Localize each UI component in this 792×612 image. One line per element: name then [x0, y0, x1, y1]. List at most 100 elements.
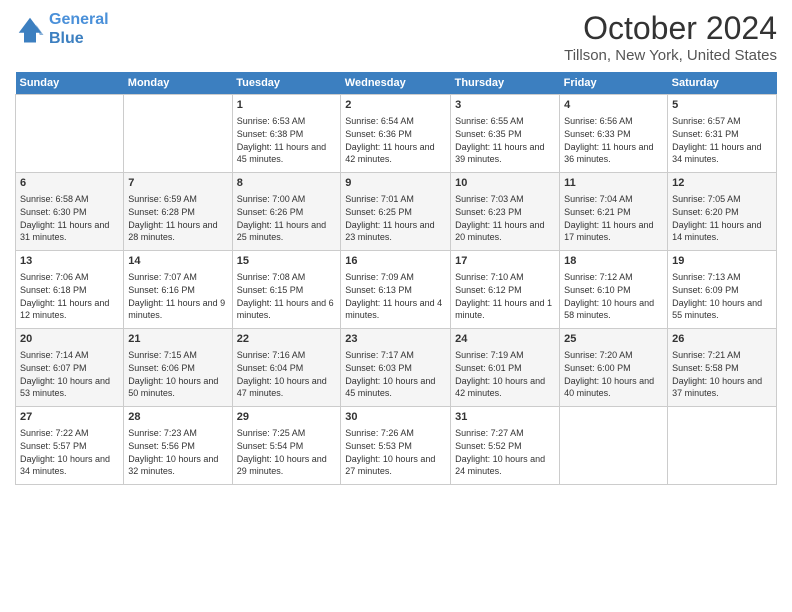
- day-number: 21: [128, 332, 227, 347]
- day-info: Sunrise: 7:01 AM Sunset: 6:25 PM Dayligh…: [345, 194, 434, 242]
- week-row-5: 27Sunrise: 7:22 AM Sunset: 5:57 PM Dayli…: [16, 407, 777, 485]
- calendar-cell: 17 Sunrise: 7:10 AM Sunset: 6:12 PM Dayli…: [451, 251, 560, 329]
- day-number: 25: [564, 332, 663, 347]
- day-number: 31: [455, 410, 555, 425]
- calendar-table: SundayMondayTuesdayWednesdayThursdayFrid…: [15, 72, 777, 485]
- day-number: 12: [672, 176, 772, 191]
- day-info: Sunrise: 7:08 AM Sunset: 6:15 PM Dayligh…: [237, 272, 334, 320]
- day-number: 5: [672, 98, 772, 113]
- day-number: 17: [455, 254, 555, 269]
- day-info: Sunrise: 7:00 AM Sunset: 6:26 PM Dayligh…: [237, 194, 326, 242]
- page: General Blue October 2024 Tillson, New Y…: [0, 0, 792, 612]
- day-number: 11: [564, 176, 663, 191]
- calendar-cell: 23 Sunrise: 7:17 AM Sunset: 6:03 PM Dayli…: [341, 329, 451, 407]
- day-number: 10: [455, 176, 555, 191]
- day-number: 24: [455, 332, 555, 347]
- calendar-cell: 13Sunrise: 7:06 AM Sunset: 6:18 PM Dayli…: [16, 251, 124, 329]
- day-number: 16: [345, 254, 446, 269]
- calendar-cell: 7 Sunrise: 6:59 AM Sunset: 6:28 PM Daylig…: [124, 173, 232, 251]
- week-row-1: 1Sunrise: 6:53 AM Sunset: 6:38 PM Daylig…: [16, 95, 777, 173]
- day-header-friday: Friday: [560, 72, 668, 95]
- calendar-cell: [560, 407, 668, 485]
- day-number: 22: [237, 332, 337, 347]
- day-info: Sunrise: 7:03 AM Sunset: 6:23 PM Dayligh…: [455, 194, 544, 242]
- week-row-2: 6 Sunrise: 6:58 AM Sunset: 6:30 PM Daylig…: [16, 173, 777, 251]
- header-row: SundayMondayTuesdayWednesdayThursdayFrid…: [16, 72, 777, 95]
- day-info: Sunrise: 7:14 AM Sunset: 6:07 PM Dayligh…: [20, 350, 110, 398]
- logo-text: General Blue: [49, 10, 109, 48]
- calendar-cell: 6 Sunrise: 6:58 AM Sunset: 6:30 PM Daylig…: [16, 173, 124, 251]
- day-number: 27: [20, 410, 119, 425]
- day-info: Sunrise: 7:19 AM Sunset: 6:01 PM Dayligh…: [455, 350, 545, 398]
- day-info: Sunrise: 6:54 AM Sunset: 6:36 PM Dayligh…: [345, 116, 434, 164]
- calendar-cell: [668, 407, 777, 485]
- day-number: 15: [237, 254, 337, 269]
- day-number: 28: [128, 410, 227, 425]
- day-number: 7: [128, 176, 227, 191]
- day-number: 18: [564, 254, 663, 269]
- day-info: Sunrise: 6:59 AM Sunset: 6:28 PM Dayligh…: [128, 194, 217, 242]
- logo: General Blue: [15, 10, 109, 48]
- title-block: October 2024 Tillson, New York, United S…: [564, 10, 777, 64]
- day-info: Sunrise: 7:09 AM Sunset: 6:13 PM Dayligh…: [345, 272, 442, 320]
- day-info: Sunrise: 7:20 AM Sunset: 6:00 PM Dayligh…: [564, 350, 654, 398]
- calendar-cell: [124, 95, 232, 173]
- day-info: Sunrise: 7:15 AM Sunset: 6:06 PM Dayligh…: [128, 350, 218, 398]
- calendar-cell: 27Sunrise: 7:22 AM Sunset: 5:57 PM Dayli…: [16, 407, 124, 485]
- day-header-tuesday: Tuesday: [232, 72, 341, 95]
- day-info: Sunrise: 7:26 AM Sunset: 5:53 PM Dayligh…: [345, 428, 435, 476]
- day-info: Sunrise: 6:56 AM Sunset: 6:33 PM Dayligh…: [564, 116, 653, 164]
- logo-line1: General: [49, 11, 109, 28]
- calendar-cell: 25 Sunrise: 7:20 AM Sunset: 6:00 PM Dayli…: [560, 329, 668, 407]
- calendar-cell: 11 Sunrise: 7:04 AM Sunset: 6:21 PM Dayli…: [560, 173, 668, 251]
- day-info: Sunrise: 7:16 AM Sunset: 6:04 PM Dayligh…: [237, 350, 327, 398]
- day-header-monday: Monday: [124, 72, 232, 95]
- calendar-cell: 5 Sunrise: 6:57 AM Sunset: 6:31 PM Daylig…: [668, 95, 777, 173]
- day-header-sunday: Sunday: [16, 72, 124, 95]
- calendar-cell: 18Sunrise: 7:12 AM Sunset: 6:10 PM Dayli…: [560, 251, 668, 329]
- calendar-cell: 24 Sunrise: 7:19 AM Sunset: 6:01 PM Dayli…: [451, 329, 560, 407]
- day-info: Sunrise: 7:21 AM Sunset: 5:58 PM Dayligh…: [672, 350, 762, 398]
- day-info: Sunrise: 7:10 AM Sunset: 6:12 PM Dayligh…: [455, 272, 552, 320]
- calendar-cell: 8 Sunrise: 7:00 AM Sunset: 6:26 PM Daylig…: [232, 173, 341, 251]
- day-header-thursday: Thursday: [451, 72, 560, 95]
- day-info: Sunrise: 7:13 AM Sunset: 6:09 PM Dayligh…: [672, 272, 762, 320]
- calendar-cell: 29 Sunrise: 7:25 AM Sunset: 5:54 PM Dayli…: [232, 407, 341, 485]
- calendar-cell: 10 Sunrise: 7:03 AM Sunset: 6:23 PM Dayli…: [451, 173, 560, 251]
- day-number: 14: [128, 254, 227, 269]
- calendar-cell: 16 Sunrise: 7:09 AM Sunset: 6:13 PM Dayli…: [341, 251, 451, 329]
- day-number: 23: [345, 332, 446, 347]
- day-info: Sunrise: 6:55 AM Sunset: 6:35 PM Dayligh…: [455, 116, 544, 164]
- day-info: Sunrise: 7:23 AM Sunset: 5:56 PM Dayligh…: [128, 428, 218, 476]
- calendar-cell: 9Sunrise: 7:01 AM Sunset: 6:25 PM Daylig…: [341, 173, 451, 251]
- calendar-cell: 3Sunrise: 6:55 AM Sunset: 6:35 PM Daylig…: [451, 95, 560, 173]
- day-info: Sunrise: 6:58 AM Sunset: 6:30 PM Dayligh…: [20, 194, 109, 242]
- day-info: Sunrise: 7:17 AM Sunset: 6:03 PM Dayligh…: [345, 350, 435, 398]
- week-row-4: 20 Sunrise: 7:14 AM Sunset: 6:07 PM Dayli…: [16, 329, 777, 407]
- day-info: Sunrise: 7:25 AM Sunset: 5:54 PM Dayligh…: [237, 428, 327, 476]
- day-info: Sunrise: 7:07 AM Sunset: 6:16 PM Dayligh…: [128, 272, 225, 320]
- day-number: 30: [345, 410, 446, 425]
- day-info: Sunrise: 6:57 AM Sunset: 6:31 PM Dayligh…: [672, 116, 761, 164]
- day-number: 4: [564, 98, 663, 113]
- day-number: 2: [345, 98, 446, 113]
- calendar-cell: 15 Sunrise: 7:08 AM Sunset: 6:15 PM Dayli…: [232, 251, 341, 329]
- day-info: Sunrise: 7:04 AM Sunset: 6:21 PM Dayligh…: [564, 194, 653, 242]
- day-info: Sunrise: 7:27 AM Sunset: 5:52 PM Dayligh…: [455, 428, 545, 476]
- calendar-cell: 20 Sunrise: 7:14 AM Sunset: 6:07 PM Dayli…: [16, 329, 124, 407]
- day-number: 20: [20, 332, 119, 347]
- logo-icon: [15, 14, 45, 44]
- day-number: 13: [20, 254, 119, 269]
- calendar-cell: 12Sunrise: 7:05 AM Sunset: 6:20 PM Dayli…: [668, 173, 777, 251]
- day-number: 29: [237, 410, 337, 425]
- day-header-saturday: Saturday: [668, 72, 777, 95]
- calendar-cell: 21 Sunrise: 7:15 AM Sunset: 6:06 PM Dayli…: [124, 329, 232, 407]
- calendar-cell: 14 Sunrise: 7:07 AM Sunset: 6:16 PM Dayli…: [124, 251, 232, 329]
- day-number: 1: [237, 98, 337, 113]
- day-number: 6: [20, 176, 119, 191]
- calendar-cell: 26Sunrise: 7:21 AM Sunset: 5:58 PM Dayli…: [668, 329, 777, 407]
- day-number: 8: [237, 176, 337, 191]
- calendar-cell: 22 Sunrise: 7:16 AM Sunset: 6:04 PM Dayli…: [232, 329, 341, 407]
- month-year: October 2024: [564, 10, 777, 47]
- location: Tillson, New York, United States: [564, 47, 777, 64]
